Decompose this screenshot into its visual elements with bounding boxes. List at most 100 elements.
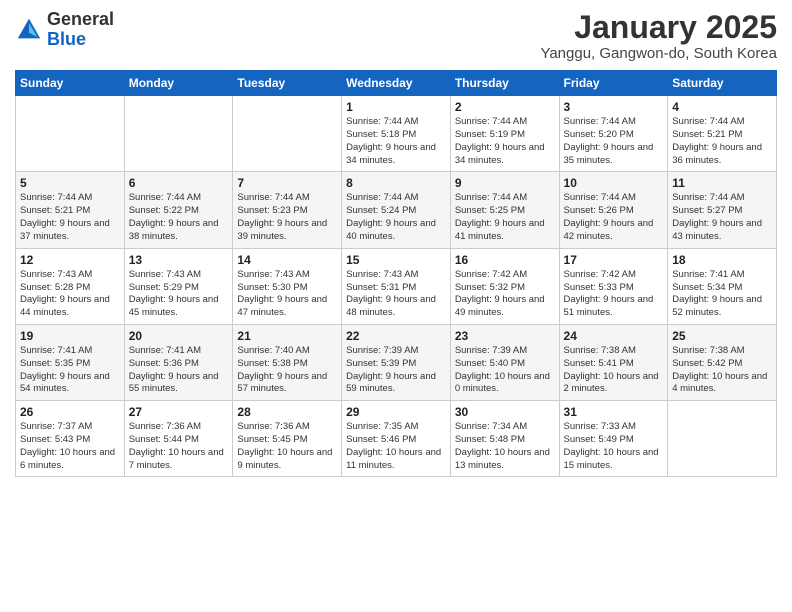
month-title: January 2025 <box>540 10 777 45</box>
day-cell: 24Sunrise: 7:38 AM Sunset: 5:41 PM Dayli… <box>559 324 668 400</box>
day-number: 9 <box>455 176 555 190</box>
day-number: 10 <box>564 176 664 190</box>
day-number: 16 <box>455 253 555 267</box>
day-detail: Sunrise: 7:44 AM Sunset: 5:21 PM Dayligh… <box>672 116 772 167</box>
day-detail: Sunrise: 7:44 AM Sunset: 5:22 PM Dayligh… <box>129 192 229 243</box>
title-area: January 2025 Yanggu, Gangwon-do, South K… <box>540 10 777 62</box>
day-cell: 30 Sunrise: 7:34 AM Sunset: 5:48 PM Dayli… <box>450 401 559 477</box>
day-detail: Sunrise: 7:44 AM Sunset: 5:25 PM Dayligh… <box>455 192 555 243</box>
day-cell: 11 Sunrise: 7:44 AM Sunset: 5:27 PM Dayli… <box>668 172 777 248</box>
day-cell: 7Sunrise: 7:44 AM Sunset: 5:23 PM Daylig… <box>233 172 342 248</box>
day-number: 22 <box>346 329 446 343</box>
day-cell: 16 Sunrise: 7:42 AM Sunset: 5:32 PM Dayli… <box>450 248 559 324</box>
day-number: 7 <box>237 176 337 190</box>
day-cell: 25 Sunrise: 7:38 AM Sunset: 5:42 PM Dayli… <box>668 324 777 400</box>
day-detail: Sunrise: 7:39 AM Sunset: 5:40 PM Dayligh… <box>455 345 555 396</box>
day-detail: Sunrise: 7:44 AM Sunset: 5:26 PM Dayligh… <box>564 192 664 243</box>
logo-blue: Blue <box>47 29 86 49</box>
day-detail: Sunrise: 7:44 AM Sunset: 5:27 PM Dayligh… <box>672 192 772 243</box>
day-number: 24 <box>564 329 664 343</box>
day-cell: 23Sunrise: 7:39 AM Sunset: 5:40 PM Dayli… <box>450 324 559 400</box>
week-row-3: 12Sunrise: 7:43 AM Sunset: 5:28 PM Dayli… <box>16 248 777 324</box>
day-cell: 15 Sunrise: 7:43 AM Sunset: 5:31 PM Dayli… <box>342 248 451 324</box>
day-cell <box>124 96 233 172</box>
day-cell: 5 Sunrise: 7:44 AM Sunset: 5:21 PM Daylig… <box>16 172 125 248</box>
day-cell <box>233 96 342 172</box>
day-number: 19 <box>20 329 120 343</box>
day-detail: Sunrise: 7:41 AM Sunset: 5:34 PM Dayligh… <box>672 269 772 320</box>
day-number: 18 <box>672 253 772 267</box>
week-row-4: 19 Sunrise: 7:41 AM Sunset: 5:35 PM Dayli… <box>16 324 777 400</box>
day-cell: 12Sunrise: 7:43 AM Sunset: 5:28 PM Dayli… <box>16 248 125 324</box>
page-header: General Blue January 2025 Yanggu, Gangwo… <box>15 10 777 62</box>
day-detail: Sunrise: 7:34 AM Sunset: 5:48 PM Dayligh… <box>455 421 555 472</box>
day-detail: Sunrise: 7:43 AM Sunset: 5:28 PM Dayligh… <box>20 269 120 320</box>
weekday-header-tuesday: Tuesday <box>233 71 342 96</box>
day-cell <box>16 96 125 172</box>
day-number: 4 <box>672 100 772 114</box>
day-detail: Sunrise: 7:44 AM Sunset: 5:21 PM Dayligh… <box>20 192 120 243</box>
day-cell: 10 Sunrise: 7:44 AM Sunset: 5:26 PM Dayli… <box>559 172 668 248</box>
day-number: 14 <box>237 253 337 267</box>
day-number: 27 <box>129 405 229 419</box>
day-cell: 4 Sunrise: 7:44 AM Sunset: 5:21 PM Daylig… <box>668 96 777 172</box>
day-cell: 26 Sunrise: 7:37 AM Sunset: 5:43 PM Dayli… <box>16 401 125 477</box>
day-cell: 17Sunrise: 7:42 AM Sunset: 5:33 PM Dayli… <box>559 248 668 324</box>
location-title: Yanggu, Gangwon-do, South Korea <box>540 45 777 62</box>
day-number: 1 <box>346 100 446 114</box>
day-cell: 6 Sunrise: 7:44 AM Sunset: 5:22 PM Daylig… <box>124 172 233 248</box>
day-cell: 18 Sunrise: 7:41 AM Sunset: 5:34 PM Dayli… <box>668 248 777 324</box>
day-detail: Sunrise: 7:44 AM Sunset: 5:20 PM Dayligh… <box>564 116 664 167</box>
logo-text: General Blue <box>47 10 114 50</box>
day-detail: Sunrise: 7:39 AM Sunset: 5:39 PM Dayligh… <box>346 345 446 396</box>
day-cell: 29 Sunrise: 7:35 AM Sunset: 5:46 PM Dayli… <box>342 401 451 477</box>
day-detail: Sunrise: 7:42 AM Sunset: 5:33 PM Dayligh… <box>564 269 664 320</box>
weekday-header-wednesday: Wednesday <box>342 71 451 96</box>
day-number: 3 <box>564 100 664 114</box>
day-number: 28 <box>237 405 337 419</box>
day-number: 25 <box>672 329 772 343</box>
logo-icon <box>15 16 43 44</box>
day-number: 15 <box>346 253 446 267</box>
day-detail: Sunrise: 7:38 AM Sunset: 5:42 PM Dayligh… <box>672 345 772 396</box>
day-number: 26 <box>20 405 120 419</box>
day-detail: Sunrise: 7:36 AM Sunset: 5:44 PM Dayligh… <box>129 421 229 472</box>
day-number: 30 <box>455 405 555 419</box>
day-detail: Sunrise: 7:33 AM Sunset: 5:49 PM Dayligh… <box>564 421 664 472</box>
day-number: 11 <box>672 176 772 190</box>
day-number: 8 <box>346 176 446 190</box>
day-cell: 31Sunrise: 7:33 AM Sunset: 5:49 PM Dayli… <box>559 401 668 477</box>
day-cell <box>668 401 777 477</box>
day-cell: 28Sunrise: 7:36 AM Sunset: 5:45 PM Dayli… <box>233 401 342 477</box>
day-detail: Sunrise: 7:44 AM Sunset: 5:24 PM Dayligh… <box>346 192 446 243</box>
day-number: 2 <box>455 100 555 114</box>
day-cell: 9 Sunrise: 7:44 AM Sunset: 5:25 PM Daylig… <box>450 172 559 248</box>
day-cell: 14 Sunrise: 7:43 AM Sunset: 5:30 PM Dayli… <box>233 248 342 324</box>
day-detail: Sunrise: 7:43 AM Sunset: 5:31 PM Dayligh… <box>346 269 446 320</box>
day-detail: Sunrise: 7:41 AM Sunset: 5:35 PM Dayligh… <box>20 345 120 396</box>
weekday-header-saturday: Saturday <box>668 71 777 96</box>
day-detail: Sunrise: 7:44 AM Sunset: 5:18 PM Dayligh… <box>346 116 446 167</box>
day-number: 6 <box>129 176 229 190</box>
weekday-header-monday: Monday <box>124 71 233 96</box>
weekday-header-sunday: Sunday <box>16 71 125 96</box>
day-cell: 22 Sunrise: 7:39 AM Sunset: 5:39 PM Dayli… <box>342 324 451 400</box>
day-detail: Sunrise: 7:40 AM Sunset: 5:38 PM Dayligh… <box>237 345 337 396</box>
day-cell: 27 Sunrise: 7:36 AM Sunset: 5:44 PM Dayli… <box>124 401 233 477</box>
weekday-header-friday: Friday <box>559 71 668 96</box>
day-number: 5 <box>20 176 120 190</box>
calendar-table: SundayMondayTuesdayWednesdayThursdayFrid… <box>15 70 777 477</box>
day-number: 21 <box>237 329 337 343</box>
day-cell: 1 Sunrise: 7:44 AM Sunset: 5:18 PM Daylig… <box>342 96 451 172</box>
day-number: 13 <box>129 253 229 267</box>
week-row-1: 1 Sunrise: 7:44 AM Sunset: 5:18 PM Daylig… <box>16 96 777 172</box>
day-number: 29 <box>346 405 446 419</box>
day-cell: 20Sunrise: 7:41 AM Sunset: 5:36 PM Dayli… <box>124 324 233 400</box>
week-row-5: 26 Sunrise: 7:37 AM Sunset: 5:43 PM Dayli… <box>16 401 777 477</box>
day-cell: 3 Sunrise: 7:44 AM Sunset: 5:20 PM Daylig… <box>559 96 668 172</box>
day-detail: Sunrise: 7:42 AM Sunset: 5:32 PM Dayligh… <box>455 269 555 320</box>
day-detail: Sunrise: 7:35 AM Sunset: 5:46 PM Dayligh… <box>346 421 446 472</box>
day-detail: Sunrise: 7:43 AM Sunset: 5:30 PM Dayligh… <box>237 269 337 320</box>
day-detail: Sunrise: 7:44 AM Sunset: 5:19 PM Dayligh… <box>455 116 555 167</box>
day-detail: Sunrise: 7:37 AM Sunset: 5:43 PM Dayligh… <box>20 421 120 472</box>
